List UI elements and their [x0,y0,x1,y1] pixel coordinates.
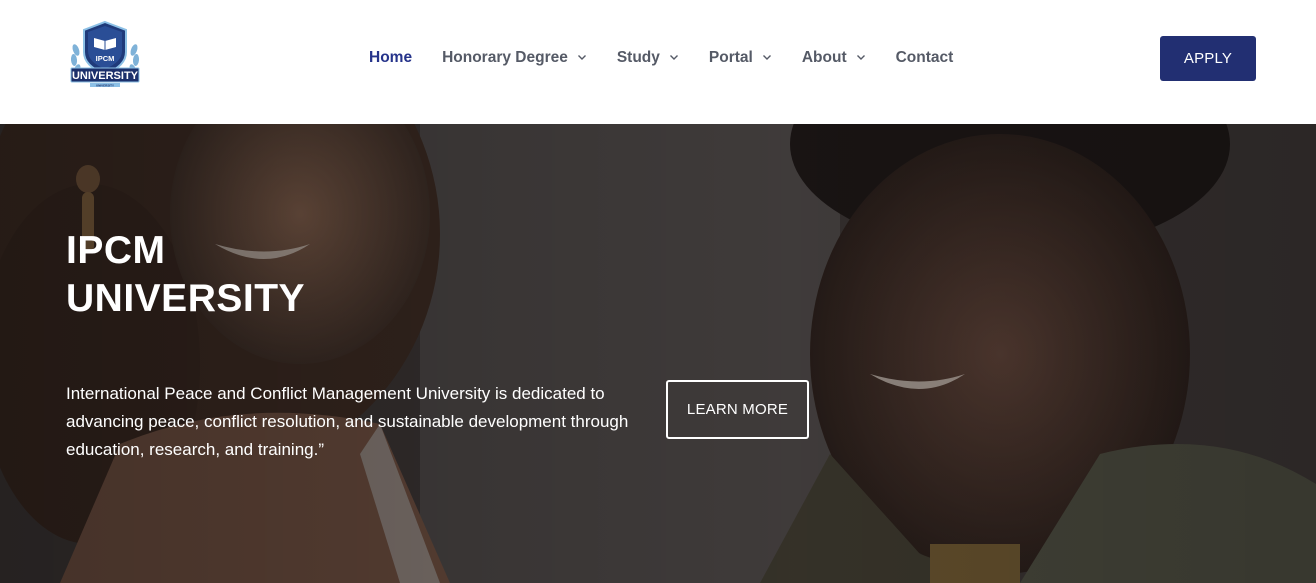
nav-item-home[interactable]: Home [369,49,412,67]
nav-item-honorary-degree[interactable]: Honorary Degree [442,49,587,67]
nav-item-label: About [801,49,847,66]
main-nav: Home Honorary Degree Study Portal About [369,47,983,69]
chevron-down-icon [762,52,772,62]
chevron-down-icon [577,52,587,62]
hero-title-line1: IPCM [66,229,166,272]
university-logo[interactable]: IPCM UNIVERSITY UNIVERSITY [68,20,142,90]
hero-section: IPCM UNIVERSITY International Peace and … [0,124,1316,583]
hero-title-line2: UNIVERSITY [66,277,306,320]
learn-more-button[interactable]: LEARN MORE [666,380,809,439]
nav-item-about[interactable]: About [802,49,866,67]
nav-item-label: Study [616,49,660,66]
nav-item-label: Portal [708,49,753,66]
svg-text:UNIVERSITY: UNIVERSITY [72,70,139,82]
apply-button[interactable]: APPLY [1160,36,1256,81]
site-header: IPCM UNIVERSITY UNIVERSITY Home Honorary… [0,0,1316,124]
nav-item-portal[interactable]: Portal [709,49,772,67]
hero-description: International Peace and Conflict Managem… [66,384,629,459]
hero-title: IPCM UNIVERSITY [66,227,305,323]
svg-text:UNIVERSITY: UNIVERSITY [96,84,114,88]
chevron-down-icon [669,52,679,62]
nav-item-label: Honorary Degree [442,49,568,66]
nav-item-contact[interactable]: Contact [896,49,954,67]
hero-background-image [0,124,1316,583]
svg-text:IPCM: IPCM [96,54,115,63]
nav-item-label: Home [369,49,413,66]
logo-crest-icon: IPCM UNIVERSITY UNIVERSITY [70,20,140,88]
chevron-down-icon [856,52,866,62]
nav-item-study[interactable]: Study [617,49,679,67]
nav-item-label: Contact [895,49,954,66]
